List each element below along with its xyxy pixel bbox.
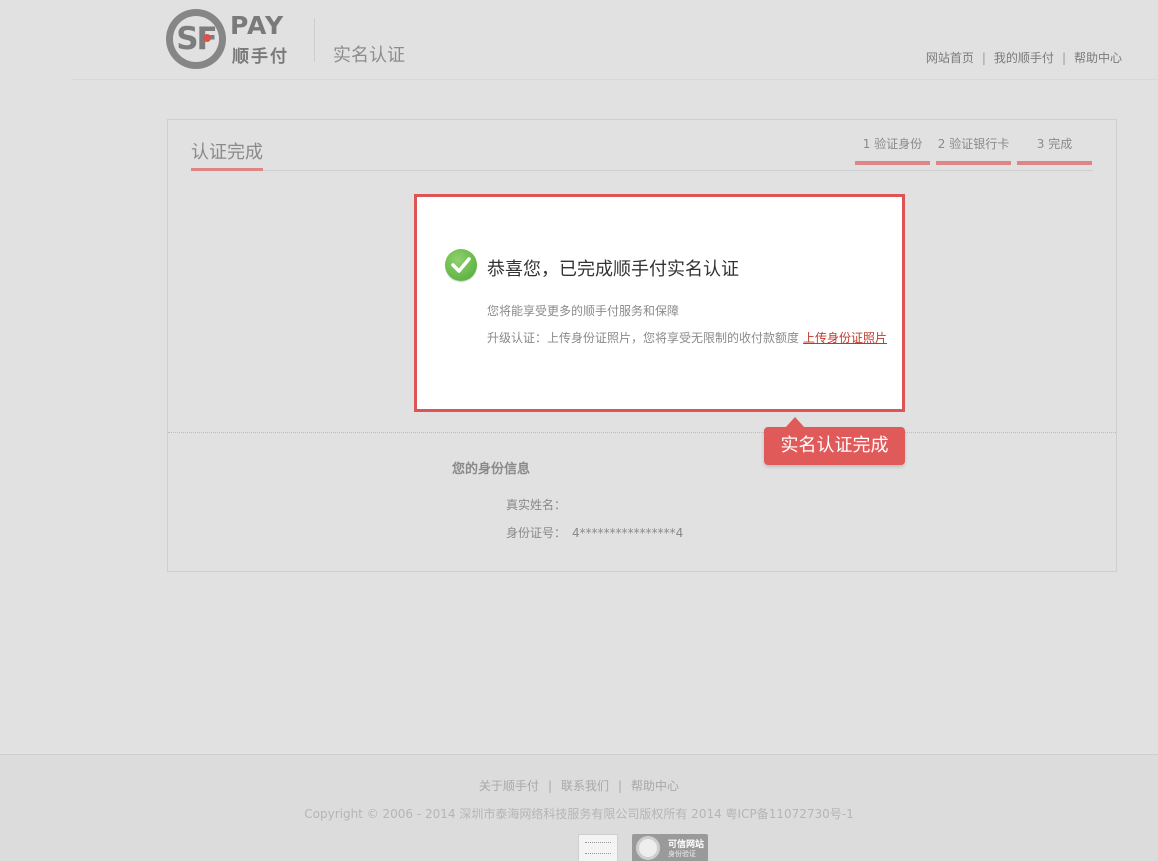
upload-id-photo-link[interactable]: 上传身份证照片 (803, 331, 887, 345)
id-number-value: 4****************4 (572, 526, 684, 540)
id-number-row: 身份证号： 4****************4 (506, 524, 683, 541)
nav-my-account-link[interactable]: 我的顺手付 (994, 51, 1054, 65)
step-verify-bank-card: 2 验证银行卡 (936, 135, 1011, 165)
id-number-label: 身份证号： (506, 526, 567, 540)
panel-title-underline (191, 168, 263, 171)
section-divider (168, 432, 1116, 433)
sf-logo-icon: SF (166, 9, 226, 69)
upgrade-notice: 升级认证：上传身份证照片，您将享受无限制的收付款额度 上传身份证照片 (487, 329, 887, 346)
sf-pay-logo[interactable]: SF PAY 顺手付 (166, 9, 306, 71)
panel-divider (191, 170, 1093, 171)
license-badge-icon[interactable] (578, 834, 618, 861)
progress-steps: 1 验证身份 2 验证银行卡 3 完成 (855, 135, 1092, 165)
success-message-box: 恭喜您，已完成顺手付实名认证 您将能享受更多的顺手付服务和保障 升级认证：上传身… (414, 194, 905, 412)
success-title: 恭喜您，已完成顺手付实名认证 (487, 259, 739, 280)
footer-help-link[interactable]: 帮助中心 (631, 779, 679, 793)
real-name-row: 真实姓名： (506, 496, 572, 513)
trusted-site-subtitle: 身份验证 (668, 850, 696, 858)
logo-pay-text: PAY (230, 11, 285, 40)
trusted-site-badge[interactable]: 可信网站 身份验证 (632, 834, 708, 861)
footer-links: 关于顺手付 | 联系我们 | 帮助中心 (478, 779, 680, 793)
site-header: SF PAY 顺手付 实名认证 网站首页 | 我的顺手付 | 帮助中心 (0, 0, 1158, 80)
site-footer: 关于顺手付 | 联系我们 | 帮助中心 Copyright © 2006 - 2014 … (0, 754, 1158, 861)
panel-title: 认证完成 (191, 142, 263, 163)
logo-brand-text: 顺手付 (232, 47, 289, 67)
success-check-icon (445, 249, 477, 281)
step-complete: 3 完成 (1017, 135, 1092, 165)
page-title: 实名认证 (333, 45, 405, 66)
nav-home-link[interactable]: 网站首页 (926, 51, 974, 65)
nav-help-link[interactable]: 帮助中心 (1074, 51, 1122, 65)
footer-copyright: Copyright © 2006 - 2014 深圳市泰海网络科技服务有限公司版… (304, 807, 854, 821)
header-separator (72, 79, 1158, 80)
footer-contact-link[interactable]: 联系我们 (561, 779, 609, 793)
identity-info-title: 您的身份信息 (452, 462, 531, 477)
success-subtitle: 您将能享受更多的顺手付服务和保障 (487, 304, 680, 318)
header-divider (314, 18, 315, 62)
top-nav: 网站首页 | 我的顺手付 | 帮助中心 (925, 51, 1122, 65)
upgrade-text: 升级认证：上传身份证照片，您将享受无限制的收付款额度 (487, 331, 800, 345)
step-verify-identity: 1 验证身份 (855, 135, 930, 165)
verification-complete-callout: 实名认证完成 (764, 427, 905, 465)
real-name-label: 真实姓名： (506, 498, 567, 512)
footer-about-link[interactable]: 关于顺手付 (479, 779, 539, 793)
trusted-site-icon (636, 836, 660, 860)
